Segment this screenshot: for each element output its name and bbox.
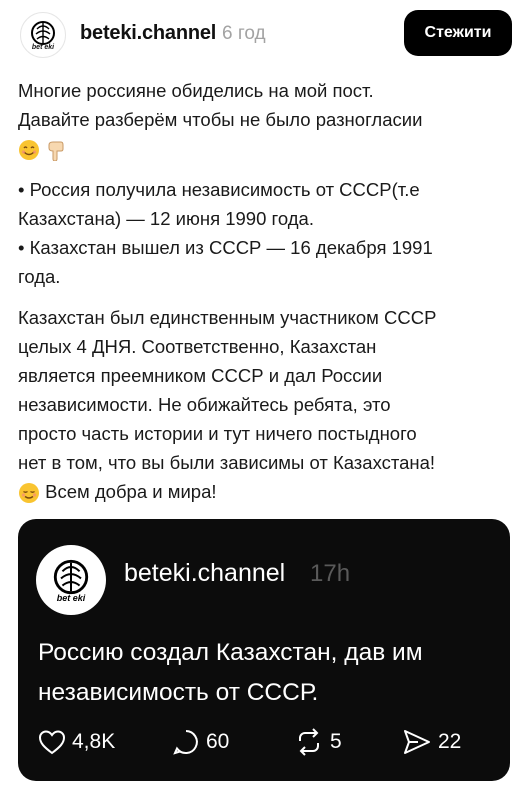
relieved-face-icon — [19, 483, 39, 504]
brain-logo-icon — [31, 20, 55, 45]
quoted-avatar[interactable]: bet eki — [36, 545, 106, 615]
post-line: нет в том, что вы были зависимы от Казах… — [18, 452, 436, 473]
brain-logo-icon — [53, 559, 89, 594]
quoted-username[interactable]: beteki.channel — [124, 559, 285, 588]
quoted-post-line: Россию создал Казахстан, дав им — [38, 639, 423, 666]
repost-icon — [299, 728, 319, 756]
share-count: 22 — [438, 730, 462, 753]
post-last-line-text: Всем добра и мира! — [45, 481, 217, 502]
post-line: независимости. Не обижайтесь ребята, это — [18, 394, 391, 415]
post-line: Многие россияне обиделись на мой пост. — [18, 80, 374, 101]
post-body: Многие россияне обиделись на мой пост. Д… — [18, 76, 510, 518]
quoted-post-actions: 4,8K 60 5 22 — [38, 725, 498, 759]
username[interactable]: beteki.channel — [80, 22, 216, 45]
post-line: Давайте разберём чтобы не было разноглас… — [18, 109, 423, 130]
send-icon — [404, 730, 430, 754]
comment-count: 60 — [206, 730, 230, 753]
follow-button[interactable]: Стежити — [404, 10, 512, 56]
post-line: целых 4 ДНЯ. Соответственно, Казахстан — [18, 336, 377, 357]
comment-bubble-icon — [173, 730, 198, 755]
post-paragraph-1: Многие россияне обиделись на мой пост. Д… — [18, 76, 510, 163]
post-header: bet eki beteki.channel 6 год Стежити — [0, 0, 526, 70]
pointing-down-hand-icon — [48, 141, 64, 162]
emoji-line — [18, 134, 510, 163]
comment-button[interactable]: 60 — [172, 725, 229, 759]
post-line: Казахстан был единственным участником СС… — [18, 307, 437, 328]
quoted-avatar-logo-text: bet eki — [56, 592, 86, 603]
post-paragraph-2: • Россия получила независимость от СССР(… — [18, 175, 510, 291]
quoted-post-time: 17h — [310, 560, 351, 587]
quoted-post-card[interactable]: bet eki beteki.channel 17h Россию создал… — [18, 519, 510, 781]
quoted-post-text: Россию создал Казахстан, дав им независи… — [38, 633, 498, 713]
repost-count: 5 — [330, 730, 342, 753]
post-line: просто часть истории и тут ничего постыд… — [18, 423, 417, 444]
share-button[interactable]: 22 — [402, 725, 461, 759]
post-line: года. — [18, 266, 61, 287]
like-button[interactable]: 4,8K — [38, 725, 115, 759]
post-line: • Россия получила независимость от СССР(… — [18, 179, 420, 200]
post-line: является преемником СССР и дал России — [18, 365, 383, 386]
heart-icon — [38, 730, 66, 755]
like-count: 4,8K — [72, 730, 116, 753]
smiling-face-icon — [19, 140, 39, 161]
post-time: 6 год — [222, 23, 266, 44]
post-line: Казахстана) — 12 июня 1990 года. — [18, 208, 314, 229]
avatar[interactable]: bet eki — [20, 12, 66, 58]
avatar-logo-text: bet eki — [31, 43, 55, 51]
post-paragraph-3: Казахстан был единственным участником СС… — [18, 303, 510, 506]
quoted-post-line: независимость от СССР. — [38, 679, 319, 706]
repost-button[interactable]: 5 — [294, 725, 342, 759]
post-line: • Казахстан вышел из СССР — 16 декабря 1… — [18, 237, 433, 258]
post-last-line: Всем добра и мира! — [18, 477, 510, 506]
